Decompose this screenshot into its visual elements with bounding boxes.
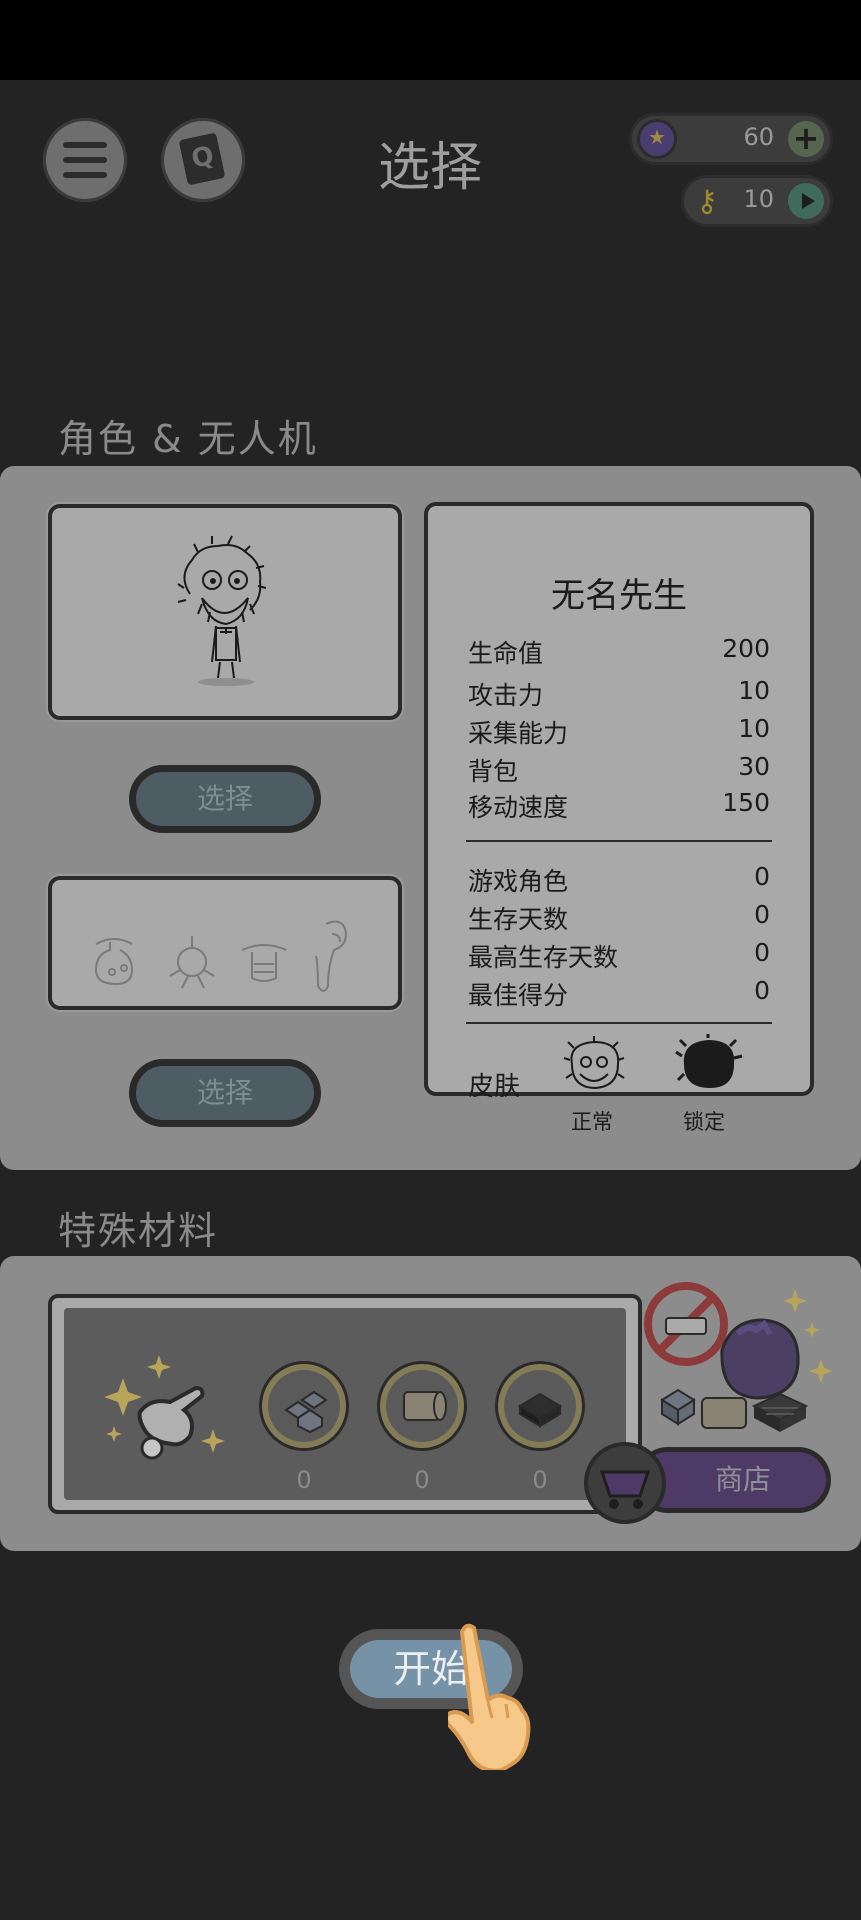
page-title: 选择 — [377, 138, 482, 198]
drone-select-button[interactable]: 选择 — [136, 1066, 314, 1120]
stat-value: 10 — [738, 676, 770, 705]
record-key: 最佳得分 — [468, 981, 569, 1010]
stat-row: 背包 30 — [468, 752, 770, 788]
material-cloth-icon[interactable] — [386, 1370, 458, 1442]
material-count: 0 — [296, 1466, 312, 1494]
materials-panel: 0 0 0 商店 — [0, 1256, 861, 1551]
record-row: 最高生存天数 0 — [468, 938, 770, 974]
record-row: 游戏角色 0 — [468, 862, 770, 898]
material-count: 0 — [532, 1466, 548, 1494]
roles-section-label: 角色 & 无人机 — [58, 417, 318, 461]
stat-row: 生命值 200 — [468, 634, 770, 670]
record-key: 游戏角色 — [468, 867, 569, 896]
key-amount: 10 — [743, 185, 774, 213]
record-value: 0 — [754, 900, 770, 929]
coin-counter: 60 + — [632, 116, 830, 162]
status-bar — [0, 0, 861, 80]
stat-row: 移动速度 150 — [468, 788, 770, 824]
record-key: 最高生存天数 — [468, 943, 619, 972]
play-icon[interactable] — [788, 183, 824, 219]
star-coin-icon — [640, 122, 674, 156]
material-stone-icon[interactable] — [268, 1370, 340, 1442]
stat-value: 30 — [738, 752, 770, 781]
character-preview[interactable] — [48, 504, 402, 720]
cart-icon — [599, 1470, 651, 1509]
character-sketch-icon — [177, 535, 267, 686]
record-value: 0 — [754, 976, 770, 1005]
character-select-button[interactable]: 选择 — [136, 772, 314, 826]
record-row: 最佳得分 0 — [468, 976, 770, 1012]
roles-panel: 选择 选择 无名先生 生命值 200 攻击力 10 采集能力 10 背包 30 … — [0, 466, 861, 1170]
materials-inner: 0 0 0 — [64, 1308, 626, 1500]
skin-label: 皮肤 — [468, 1072, 521, 1102]
materials-frame: 0 0 0 — [48, 1294, 642, 1514]
plus-icon[interactable]: + — [788, 121, 824, 157]
coin-amount: 60 — [743, 123, 774, 151]
key-counter: ⚷ 10 — [684, 178, 830, 224]
material-count: 0 — [414, 1466, 430, 1494]
record-key: 生存天数 — [468, 905, 569, 934]
record-value: 0 — [754, 862, 770, 891]
quest-button[interactable]: Q — [161, 118, 245, 202]
divider — [466, 840, 772, 842]
stat-row: 攻击力 10 — [468, 676, 770, 712]
stat-value: 200 — [722, 634, 770, 663]
menu-button[interactable] — [43, 118, 127, 202]
stat-key: 移动速度 — [468, 793, 569, 822]
skin-locked-icon[interactable] — [674, 1034, 744, 1098]
cart-button[interactable] — [588, 1446, 662, 1520]
stat-value: 10 — [738, 714, 770, 743]
skin-normal-caption: 正常 — [571, 1110, 613, 1134]
skin-normal-icon[interactable] — [560, 1034, 630, 1098]
drone-preview[interactable] — [48, 876, 402, 1010]
record-value: 0 — [754, 938, 770, 967]
stat-value: 150 — [722, 788, 770, 817]
character-stats-card: 无名先生 生命值 200 攻击力 10 采集能力 10 背包 30 移动速度 1… — [424, 502, 814, 1134]
record-row: 生存天数 0 — [468, 900, 770, 936]
material-metal-icon[interactable] — [504, 1370, 576, 1442]
shop-button[interactable]: 商店 — [640, 1452, 826, 1508]
quest-card-icon: Q — [178, 132, 226, 186]
tap-hand-icon — [448, 1623, 531, 1770]
divider — [466, 1022, 772, 1024]
stat-key: 生命值 — [468, 639, 544, 668]
materials-section-label: 特殊材料 — [58, 1209, 219, 1253]
key-icon: ⚷ — [696, 184, 718, 219]
character-name: 无名先生 — [551, 576, 687, 616]
sparkle-hand-icon — [104, 1355, 225, 1460]
skin-locked-caption: 锁定 — [683, 1110, 725, 1134]
drone-lineup-icon — [94, 920, 348, 992]
stat-key: 背包 — [468, 757, 519, 786]
stat-row: 采集能力 10 — [468, 714, 770, 750]
shop-bundle-icon — [644, 1282, 833, 1432]
stat-key: 攻击力 — [468, 681, 544, 710]
stat-key: 采集能力 — [468, 719, 569, 748]
